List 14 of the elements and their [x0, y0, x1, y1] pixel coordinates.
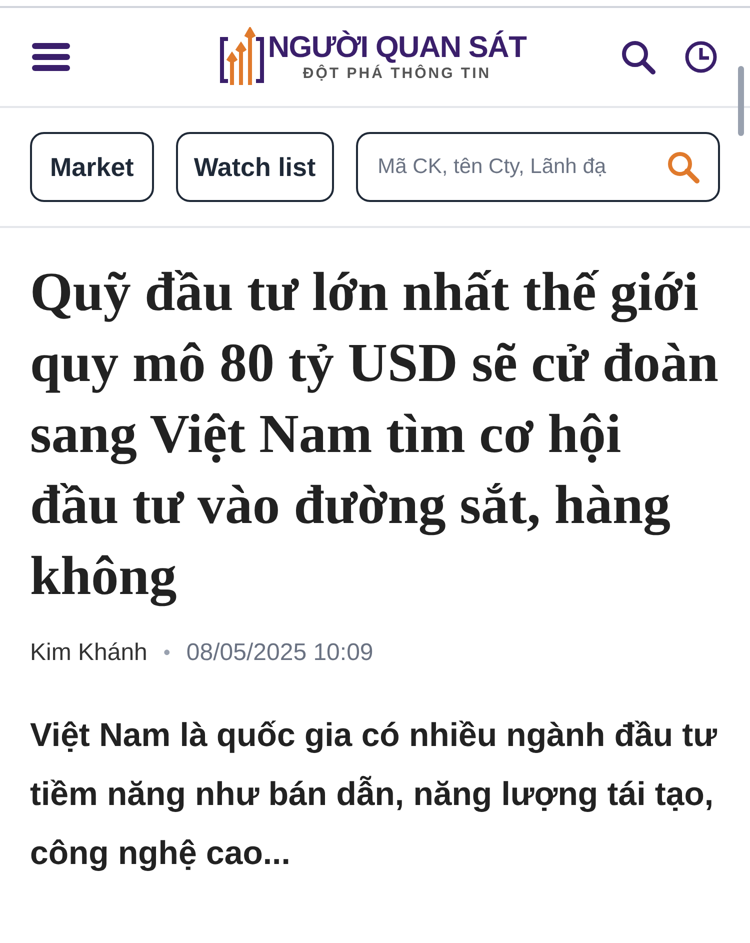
watch-list-button[interactable]: Watch list: [176, 132, 334, 202]
logo-title: NGƯỜI QUAN SÁT: [268, 31, 526, 64]
logo-icon: [220, 27, 264, 87]
search-icon[interactable]: [620, 39, 656, 75]
logo-tagline: ĐỘT PHÁ THÔNG TIN: [302, 65, 492, 83]
clock-icon[interactable]: [684, 40, 718, 74]
author-name[interactable]: Kim Khánh: [30, 635, 148, 671]
search-field[interactable]: Mã CK, tên Cty, Lãnh đạ: [356, 132, 720, 202]
article-title: Quỹ đầu tư lớn nhất thế giới quy mô 80 tỷ USD sẽ cử đoàn sang Việt Nam tìm cơ hội đầu tư vào đường sắt, hàng không: [30, 260, 720, 608]
menu-icon[interactable]: [32, 43, 70, 71]
publish-date: 08/05/2025 10:09: [186, 638, 374, 668]
article-summary: Việt Nam là quốc gia có nhiều ngành đầu tư tiềm năng như bán dẫn, năng lượng tái tạo, công nghệ cao...: [30, 715, 718, 873]
market-button[interactable]: Market: [30, 132, 154, 202]
separator: •: [163, 641, 170, 666]
